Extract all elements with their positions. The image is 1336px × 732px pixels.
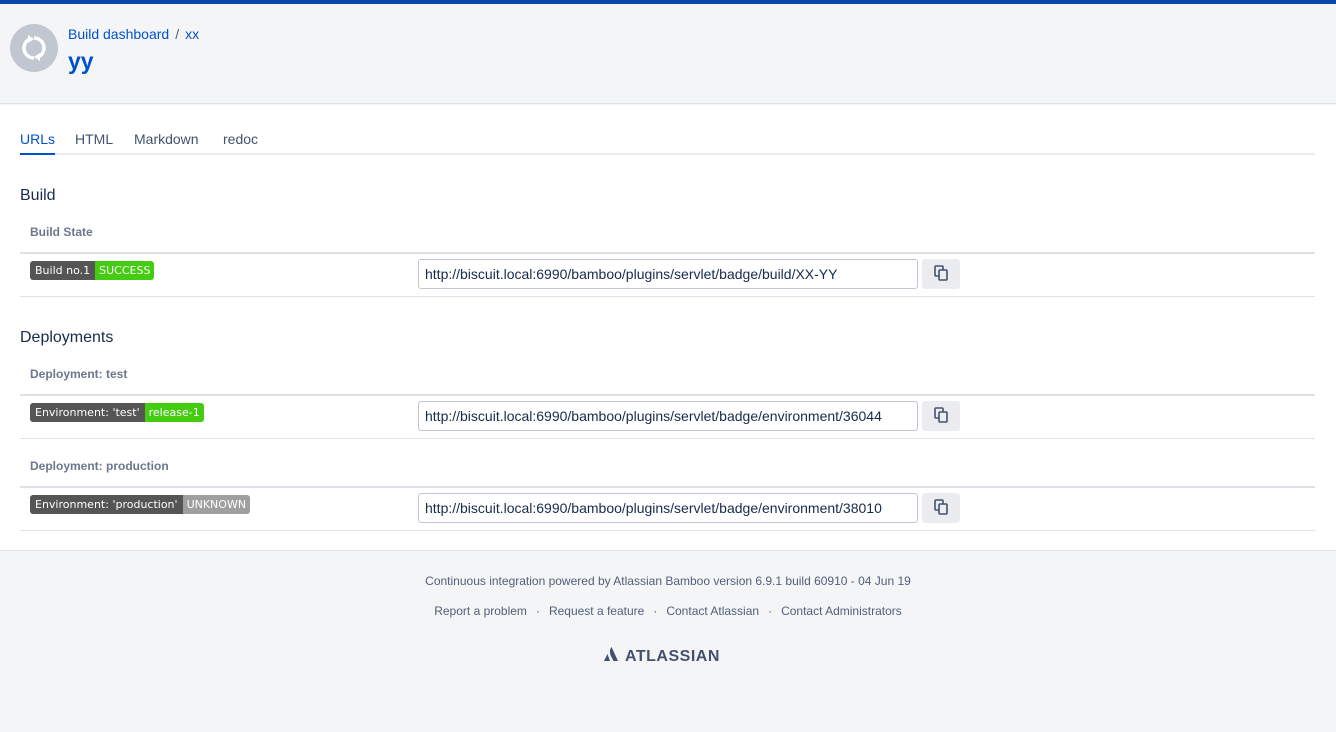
- badge-label: Environment: 'production': [30, 495, 183, 514]
- deployment-production-heading: Deployment: production: [20, 456, 1315, 488]
- footer-links: Report a problem · Request a feature · Conta…: [0, 604, 1336, 618]
- breadcrumb-build-dashboard[interactable]: Build dashboard: [68, 26, 169, 42]
- deployments-section-title: Deployments: [20, 329, 114, 346]
- powered-by-text: Continuous integration powered by Atlass…: [425, 574, 911, 588]
- link-separator: ·: [768, 604, 773, 618]
- deployment-test-url-field[interactable]: [418, 401, 918, 431]
- deployment-test-row: Environment: 'test' release-1: [20, 393, 1315, 439]
- link-separator: ·: [535, 604, 540, 618]
- page-header: Build dashboard / xx yy: [0, 4, 1336, 104]
- breadcrumb: Build dashboard / xx: [68, 26, 199, 42]
- copy-test-url-button[interactable]: [922, 401, 960, 431]
- main-content: URLs HTML Markdown redoc Build Build Sta…: [0, 105, 1336, 551]
- copy-build-url-button[interactable]: [922, 259, 960, 289]
- build-section-title: Build: [20, 187, 56, 204]
- atlassian-logo-icon: [603, 646, 625, 667]
- badge-value: UNKNOWN: [182, 495, 251, 514]
- badge-label: Environment: 'test': [30, 403, 145, 422]
- page-footer: Continuous integration powered by Atlass…: [0, 552, 1336, 732]
- copy-production-url-button[interactable]: [922, 493, 960, 523]
- deployment-production-url-field[interactable]: [418, 493, 918, 523]
- badge-label: Build no.1: [30, 261, 96, 280]
- report-problem-link[interactable]: Report a problem: [434, 604, 527, 618]
- build-url-field[interactable]: [418, 259, 918, 289]
- environment-production-badge: Environment: 'production' UNKNOWN: [30, 495, 251, 514]
- copy-icon: [934, 264, 948, 284]
- tab-urls[interactable]: URLs: [20, 131, 56, 155]
- atlassian-logo[interactable]: ATLASSIAN: [603, 646, 720, 667]
- breadcrumb-separator: /: [175, 26, 180, 42]
- build-status-badge: Build no.1 SUCCESS: [30, 261, 155, 280]
- build-state-row: Build no.1 SUCCESS: [20, 251, 1315, 297]
- link-separator: ·: [653, 604, 658, 618]
- tab-redoc[interactable]: redoc: [223, 131, 258, 155]
- deployment-test-heading: Deployment: test: [20, 364, 1315, 396]
- environment-test-badge: Environment: 'test' release-1: [30, 403, 204, 422]
- atlassian-logo-text: ATLASSIAN: [625, 647, 720, 665]
- tab-markdown[interactable]: Markdown: [134, 131, 199, 155]
- copy-icon: [934, 498, 948, 518]
- badge-value: SUCCESS: [95, 261, 155, 280]
- page-title[interactable]: yy: [68, 48, 94, 75]
- breadcrumb-project-xx[interactable]: xx: [185, 26, 199, 42]
- request-feature-link[interactable]: Request a feature: [549, 604, 644, 618]
- copy-icon: [934, 406, 948, 426]
- build-state-heading: Build State: [20, 222, 1315, 254]
- tab-html[interactable]: HTML: [75, 131, 113, 155]
- badge-value: release-1: [144, 403, 204, 422]
- contact-atlassian-link[interactable]: Contact Atlassian: [666, 604, 759, 618]
- deployment-production-row: Environment: 'production' UNKNOWN: [20, 485, 1315, 531]
- refresh-icon: [10, 24, 58, 72]
- tab-bar: URLs HTML Markdown redoc: [20, 131, 1315, 155]
- contact-administrators-link[interactable]: Contact Administrators: [781, 604, 902, 618]
